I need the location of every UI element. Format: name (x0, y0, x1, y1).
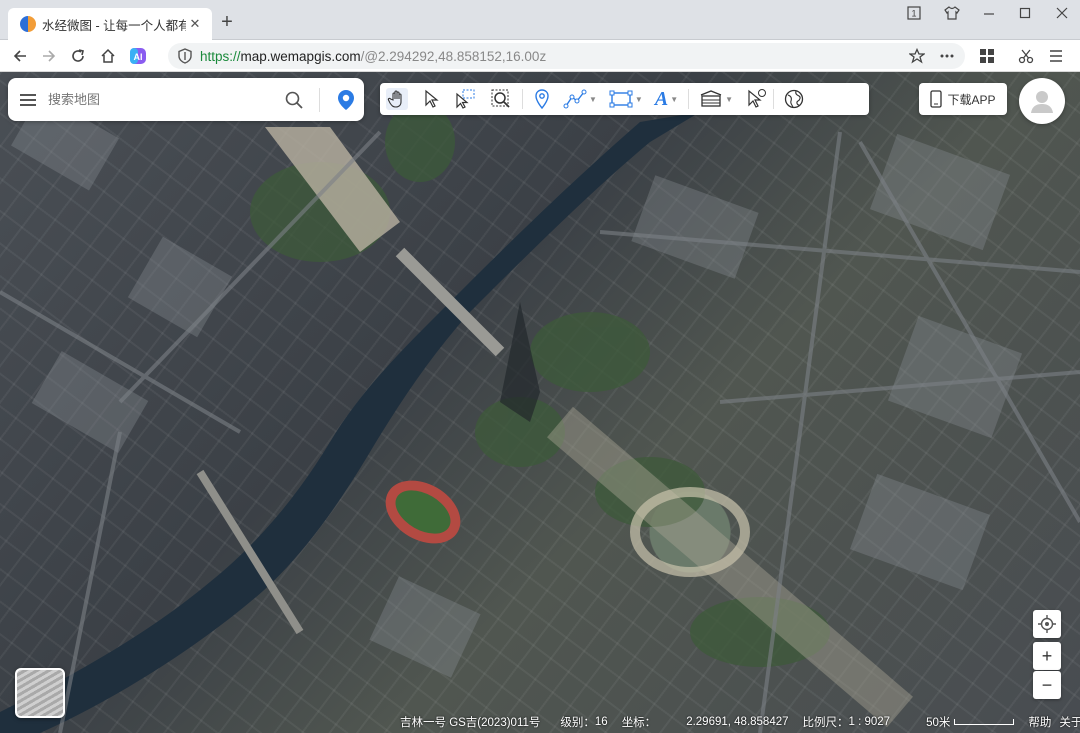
url-bar[interactable]: https:// map.wemapgis.com /@2.294292,48.… (168, 43, 965, 69)
home-button[interactable] (97, 46, 119, 66)
bookmark-star-icon[interactable] (906, 46, 928, 66)
map-search-box (8, 78, 364, 121)
help-link[interactable]: 帮助 (1028, 714, 1051, 730)
toolbar-divider (773, 89, 775, 109)
imagery-copyright: 吉林一号 GS吉(2023)011号 (400, 717, 541, 729)
select-pointer-tool[interactable] (422, 85, 440, 113)
tab-title: 水经微图 - 让每一个人都有自 (42, 18, 186, 33)
draw-rectangle-tool[interactable]: ▼ (609, 85, 643, 113)
map-status-bar: 吉林一号 GS吉(2023)011号 级别： 16 坐标： 2.29691, 4… (400, 712, 1080, 732)
scalebar-label: 50米 (926, 717, 951, 729)
toolbar-divider (522, 89, 523, 109)
zoom-level-label: 级别： (560, 717, 595, 729)
text-annotation-tool[interactable]: A ▼ (655, 85, 678, 113)
tab-search-icon[interactable]: 1 (905, 4, 923, 22)
crosshair-icon (1038, 615, 1056, 633)
coordinate-label: 坐标： (621, 717, 657, 729)
zoom-out-button[interactable]: − (1033, 671, 1061, 699)
url-host: map.wemapgis.com (240, 48, 361, 64)
scale-value: 1 : 9027 (848, 716, 891, 728)
menu-icon[interactable] (1045, 46, 1067, 66)
site-favicon-icon (20, 16, 36, 32)
chevron-down-icon[interactable]: ▼ (670, 95, 678, 104)
zoom-in-button[interactable]: + (1033, 642, 1061, 670)
site-security-icon[interactable] (178, 48, 192, 64)
url-protocol: https:// (200, 48, 241, 64)
back-button[interactable] (9, 46, 31, 66)
scissors-icon[interactable] (1015, 46, 1037, 66)
basemap-switcher[interactable] (15, 668, 65, 718)
scalebar (954, 719, 1015, 725)
hamburger-menu-icon[interactable] (8, 93, 48, 107)
browser-tab-strip: 水经微图 - 让每一个人都有自 ✕ + 1 (0, 0, 1080, 40)
shirt-icon[interactable] (943, 4, 961, 22)
chevron-down-icon[interactable]: ▼ (589, 95, 597, 104)
draw-line-tool[interactable]: ▼ (563, 85, 597, 113)
tab-close-button[interactable]: ✕ (186, 15, 204, 33)
pan-hand-tool[interactable] (386, 85, 408, 113)
avatar-icon (1031, 91, 1053, 113)
map-search-input[interactable] (48, 78, 277, 121)
toolbar-divider (688, 89, 690, 109)
scale-label: 比例尺： (802, 717, 849, 729)
location-pin-icon[interactable] (328, 89, 364, 111)
box-select-tool[interactable] (454, 85, 476, 113)
close-window-button[interactable] (1053, 4, 1071, 22)
apps-grid-icon[interactable] (976, 46, 998, 66)
text-a-icon: A (654, 87, 669, 110)
ai-extension-icon[interactable]: AI (127, 46, 149, 66)
locate-me-button[interactable] (1033, 610, 1061, 638)
user-avatar-button[interactable] (1019, 78, 1065, 124)
browser-toolbar: AI https:// map.wemapgis.com /@2.294292,… (0, 40, 1080, 72)
new-tab-button[interactable]: + (216, 12, 238, 34)
svg-text:AI: AI (134, 52, 143, 62)
download-area-tool[interactable]: ▼ (699, 85, 733, 113)
satellite-map[interactable]: ▼ ▼ A ▼ ▼ 下载APP + − (0, 72, 1080, 733)
zoom-level-value: 16 (594, 716, 608, 728)
reload-button[interactable] (67, 46, 89, 66)
about-link[interactable]: 关于 (1059, 714, 1080, 730)
more-options-icon[interactable] (936, 46, 958, 66)
svg-text:1: 1 (911, 9, 916, 19)
search-icon[interactable] (277, 91, 311, 109)
download-app-label: 下载APP (947, 92, 996, 107)
coordinate-value: 2.29691, 48.858427 (686, 716, 789, 728)
chevron-down-icon[interactable]: ▼ (635, 95, 643, 104)
map-imagery (0, 93, 1080, 733)
forward-button[interactable] (38, 46, 60, 66)
search-divider (319, 87, 320, 112)
browser-tab-active[interactable]: 水经微图 - 让每一个人都有自 ✕ (8, 8, 212, 40)
url-path: /@2.294292,48.858152,16.00z (360, 48, 547, 64)
map-toolbar: ▼ ▼ A ▼ ▼ (380, 83, 869, 115)
download-app-button[interactable]: 下载APP (919, 83, 1007, 115)
phone-icon (930, 90, 943, 108)
globe-icon[interactable] (784, 85, 804, 113)
chevron-down-icon[interactable]: ▼ (725, 95, 733, 104)
place-marker-tool[interactable] (533, 85, 551, 113)
zoom-search-tool[interactable] (490, 85, 512, 113)
minimize-button[interactable] (980, 4, 998, 22)
maximize-button[interactable] (1016, 4, 1034, 22)
identify-pointer-tool[interactable] (745, 85, 767, 113)
